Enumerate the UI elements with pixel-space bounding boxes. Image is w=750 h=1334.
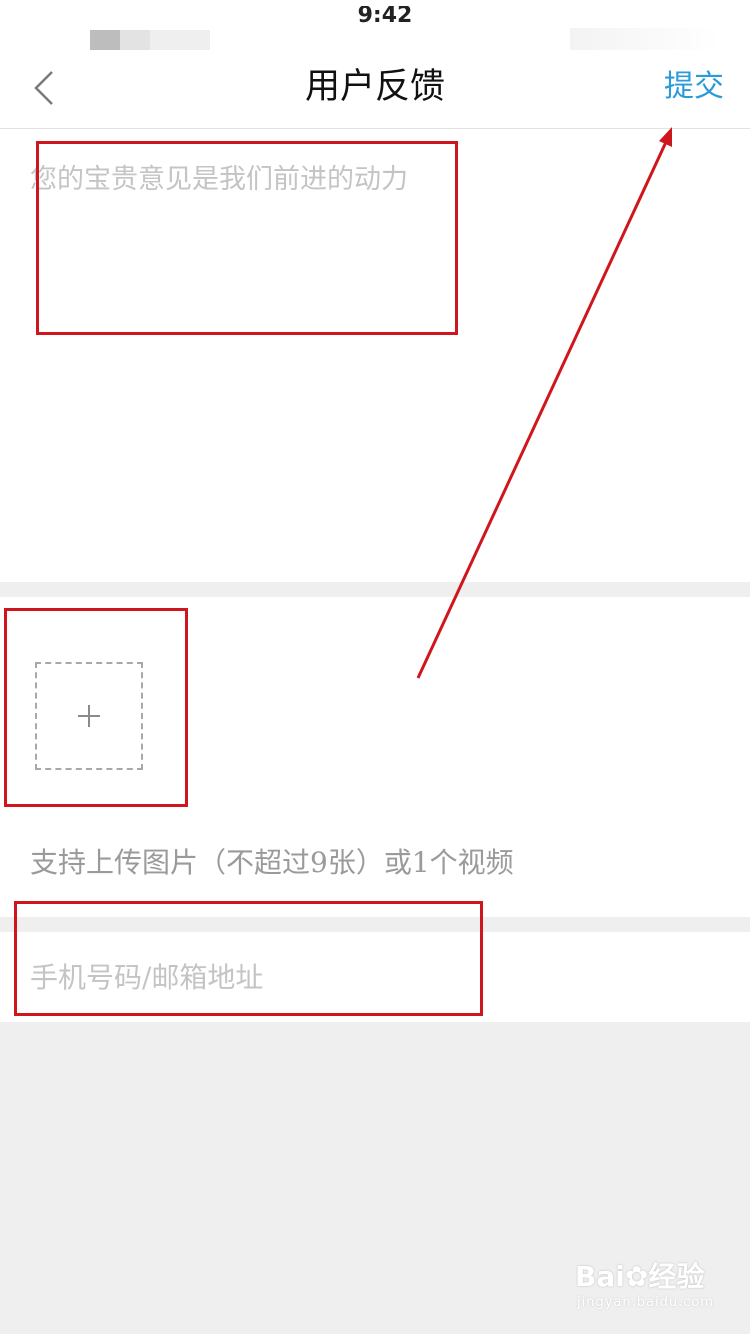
status-bar: 9:42 <box>0 0 750 50</box>
watermark-url: jingyan.baidu.com <box>577 1295 714 1310</box>
upload-hint: 支持上传图片（不超过9张）或1个视频 <box>30 846 514 879</box>
submit-button[interactable]: 提交 <box>664 62 724 112</box>
contact-input[interactable] <box>30 952 720 1002</box>
add-media-button[interactable] <box>35 662 143 770</box>
status-time: 9:42 <box>357 6 413 26</box>
baidu-jingyan-watermark: Bai✿经验 jingyan.baidu.com <box>575 1255 725 1320</box>
page-title: 用户反馈 <box>304 67 445 107</box>
contact-section <box>0 932 750 1022</box>
watermark-brand-cn: 经验 <box>648 1260 705 1293</box>
paw-icon: ✿ <box>624 1260 649 1293</box>
status-bar-left-blurred <box>90 30 210 50</box>
nav-bar: 用户反馈 提交 <box>0 50 750 129</box>
feedback-section <box>0 129 750 582</box>
watermark-brand: Bai <box>575 1260 625 1293</box>
upload-section: 支持上传图片（不超过9张）或1个视频 <box>0 597 750 917</box>
status-bar-right-blurred <box>570 28 720 50</box>
feedback-input[interactable] <box>30 157 720 557</box>
plus-icon <box>78 705 100 727</box>
